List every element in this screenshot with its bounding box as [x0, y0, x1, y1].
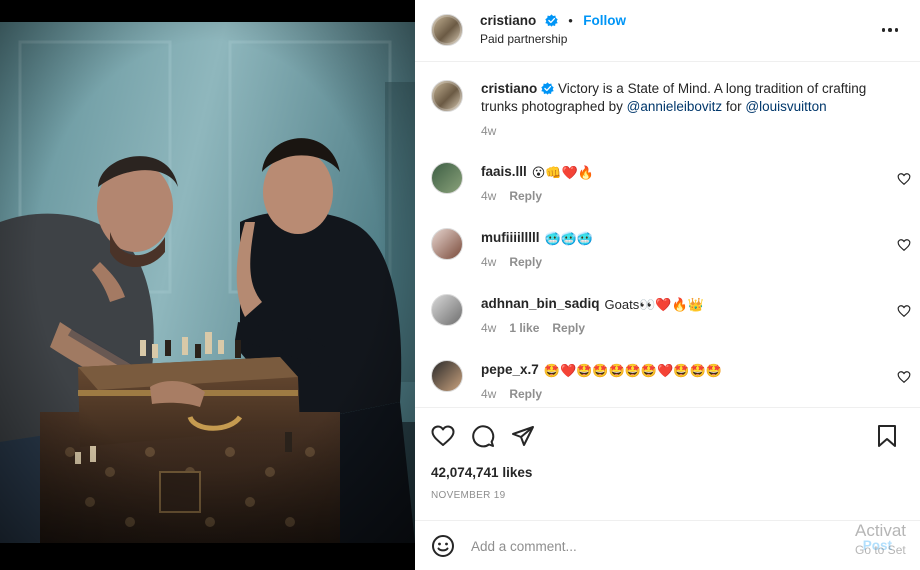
comment-text: mufiiiilllll 🥶🥶🥶	[481, 230, 593, 245]
post-header: cristiano • Follow Paid partnership	[415, 0, 920, 62]
reply-button[interactable]: Reply	[552, 321, 585, 335]
comment-username[interactable]: adhnan_bin_sadiq	[481, 296, 600, 311]
comment-row: mufiiiilllll 🥶🥶🥶 4w Reply	[431, 226, 911, 276]
comment-meta: 4w Reply	[481, 255, 555, 269]
author-avatar[interactable]	[431, 14, 463, 46]
comment-avatar[interactable]	[431, 360, 463, 392]
like-comment-heart-icon[interactable]	[897, 238, 911, 252]
paid-partnership-label[interactable]: Paid partnership	[480, 32, 567, 46]
comment-row: faais.lll 😮👊❤️🔥 4w Reply	[431, 160, 911, 210]
comment-bubble-icon[interactable]	[471, 424, 495, 448]
share-send-icon[interactable]	[511, 424, 535, 448]
comment-time[interactable]: 4w	[481, 189, 496, 203]
like-comment-heart-icon[interactable]	[897, 370, 911, 384]
add-comment-input[interactable]	[471, 534, 851, 558]
comment-like-count[interactable]: 1 like	[509, 321, 539, 335]
comment-avatar[interactable]	[431, 294, 463, 326]
reply-button[interactable]: Reply	[509, 189, 542, 203]
comment-text: faais.lll 😮👊❤️🔥	[481, 164, 594, 179]
add-comment-bar: Post	[415, 520, 920, 570]
comment-time[interactable]: 4w	[481, 321, 496, 335]
verified-badge-icon	[541, 82, 554, 95]
caption-text: cristiano Victory is a State of Mind. A …	[481, 80, 901, 116]
comment-avatar[interactable]	[431, 228, 463, 260]
save-bookmark-icon[interactable]	[875, 424, 899, 448]
comment-time[interactable]: 4w	[481, 387, 496, 401]
post-comment-button[interactable]: Post	[863, 538, 892, 553]
caption-body-connector: for	[722, 99, 746, 114]
comment-meta: 4w Reply	[481, 387, 555, 401]
post-photo-illustration	[0, 22, 415, 543]
comment-meta: 4w Reply	[481, 189, 555, 203]
separator-dot: •	[568, 13, 573, 28]
comment-username[interactable]: faais.lll	[481, 164, 527, 179]
like-heart-icon[interactable]	[431, 424, 455, 448]
action-bar: 42,074,741 likes NOVEMBER 19	[415, 407, 920, 520]
like-comment-heart-icon[interactable]	[897, 304, 911, 318]
comment-body: 🤩❤️🤩🤩🤩🤩🤩❤️🤩🤩🤩	[543, 363, 722, 378]
comment-text: adhnan_bin_sadiq Goats👀❤️🔥👑	[481, 296, 704, 311]
more-options-icon[interactable]	[878, 20, 902, 40]
emoji-smile-icon[interactable]	[431, 534, 455, 558]
comment-row: adhnan_bin_sadiq Goats👀❤️🔥👑 4w 1 like Reply	[431, 292, 911, 342]
comment-username[interactable]: pepe_x.7	[481, 362, 539, 377]
reply-button[interactable]: Reply	[509, 387, 542, 401]
reply-button[interactable]: Reply	[509, 255, 542, 269]
post-image[interactable]	[0, 22, 415, 543]
post-date[interactable]: NOVEMBER 19	[431, 490, 505, 501]
post-sidebar: cristiano • Follow Paid partnership cris…	[415, 0, 920, 570]
follow-button[interactable]: Follow	[583, 13, 626, 28]
photo-panel	[0, 0, 415, 570]
mention-link[interactable]: @annieleibovitz	[627, 99, 723, 114]
comment-body: Goats👀❤️🔥👑	[604, 297, 704, 312]
caption-avatar[interactable]	[431, 80, 463, 112]
likes-count[interactable]: 42,074,741 likes	[431, 465, 532, 480]
comment-text: pepe_x.7 🤩❤️🤩🤩🤩🤩🤩❤️🤩🤩🤩	[481, 362, 722, 377]
verified-badge-icon	[545, 14, 558, 27]
comment-username[interactable]: mufiiiilllll	[481, 230, 540, 245]
like-comment-heart-icon[interactable]	[897, 172, 911, 186]
comment-body: 🥶🥶🥶	[544, 231, 594, 246]
mention-link[interactable]: @louisvuitton	[745, 99, 826, 114]
comment-row: pepe_x.7 🤩❤️🤩🤩🤩🤩🤩❤️🤩🤩🤩 4w Reply	[431, 358, 911, 408]
comment-meta: 4w 1 like Reply	[481, 321, 598, 335]
caption-username[interactable]: cristiano	[481, 81, 537, 96]
author-username[interactable]: cristiano	[480, 13, 536, 28]
comment-body: 😮👊❤️🔥	[531, 165, 594, 180]
comment-avatar[interactable]	[431, 162, 463, 194]
comment-time[interactable]: 4w	[481, 255, 496, 269]
caption-time[interactable]: 4w	[481, 124, 496, 138]
